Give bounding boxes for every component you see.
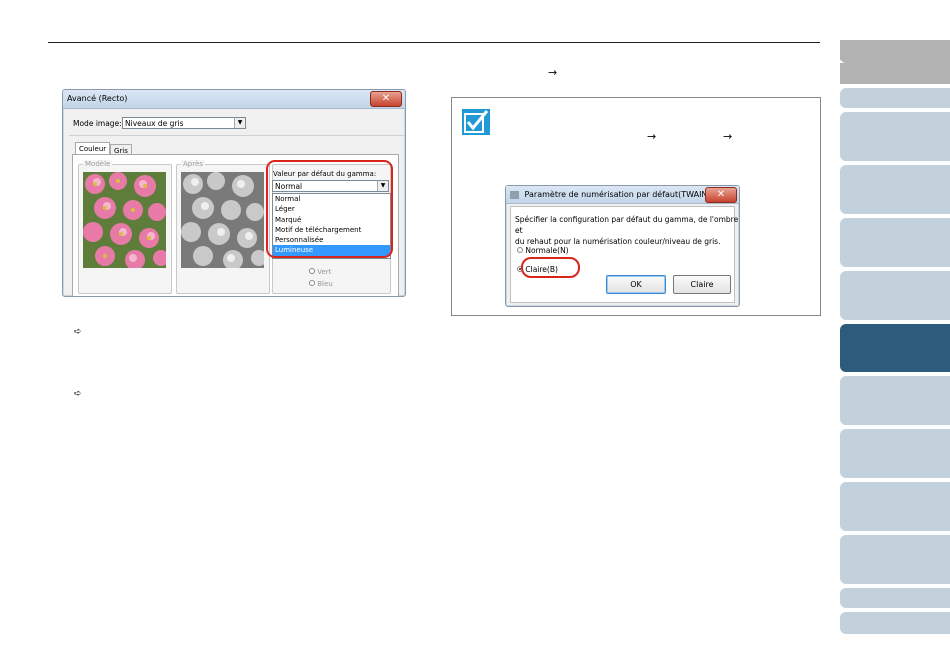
nav-tab[interactable]: [840, 429, 950, 478]
flower-gray-image: [181, 172, 264, 268]
after-group-label: Après: [181, 160, 205, 168]
nav-tab[interactable]: [840, 112, 950, 161]
radio-icon: [309, 280, 315, 286]
nav-tab[interactable]: [840, 63, 950, 84]
twain-dialog-title: Paramètre de numérisation par défaut(TWA…: [524, 190, 711, 199]
ok-button[interactable]: OK: [606, 275, 666, 294]
twain-dialog: Paramètre de numérisation par défaut(TWA…: [505, 185, 740, 307]
highlight-box: [266, 160, 393, 258]
radio-bleu[interactable]: Bleu: [309, 280, 333, 288]
mode-select-value: Niveaux de gris: [125, 119, 184, 128]
close-icon[interactable]: ✕: [370, 91, 402, 107]
checkmark-icon: [462, 109, 490, 135]
mode-label: Mode image:: [73, 119, 122, 128]
radio-vert[interactable]: Vert: [309, 268, 331, 276]
flower-color-image: [83, 172, 166, 268]
close-icon[interactable]: ✕: [705, 187, 737, 203]
nav-tab[interactable]: [840, 376, 950, 425]
radio-vert-label: Vert: [317, 268, 332, 276]
nav-tab-active[interactable]: [840, 324, 950, 372]
dialog-description: Spécifier la configuration par défaut du…: [515, 214, 739, 247]
radio-normale-label: Normale(N): [525, 246, 569, 255]
advanced-window-title: Avancé (Recto): [67, 94, 128, 103]
nav-tab[interactable]: [840, 271, 950, 320]
bullet-arrow-icon: ➪: [74, 389, 82, 399]
arrow-glyph: →: [723, 130, 733, 143]
chevron-down-icon: ▼: [234, 118, 245, 128]
highlight-box: [521, 257, 580, 278]
advanced-window-titlebar: Avancé (Recto): [63, 90, 405, 109]
nav-tab[interactable]: [840, 482, 950, 531]
nav-tab[interactable]: [840, 612, 950, 634]
radio-normale[interactable]: Normale(N): [517, 246, 569, 255]
radio-icon: [309, 268, 315, 274]
nav-tab[interactable]: [840, 40, 950, 60]
arrow-glyph: →: [647, 130, 657, 143]
nav-tab[interactable]: [840, 165, 950, 214]
header-rule: [48, 42, 820, 43]
dialog-description-line: Spécifier la configuration par défaut du…: [515, 215, 739, 235]
nav-tab[interactable]: [840, 88, 950, 108]
mode-select[interactable]: Niveaux de gris ▼: [122, 117, 246, 129]
radio-bleu-label: Bleu: [317, 280, 333, 288]
arrow-glyph: →: [548, 66, 558, 79]
claire-button[interactable]: Claire: [673, 275, 731, 294]
nav-tab[interactable]: [840, 535, 950, 584]
nav-tab[interactable]: [840, 218, 950, 267]
divider: [69, 135, 405, 136]
model-group-label: Modèle: [83, 160, 113, 168]
app-icon: [510, 190, 519, 199]
radio-icon: [517, 247, 523, 253]
bullet-arrow-icon: ➪: [74, 327, 82, 337]
nav-tab[interactable]: [840, 588, 950, 608]
